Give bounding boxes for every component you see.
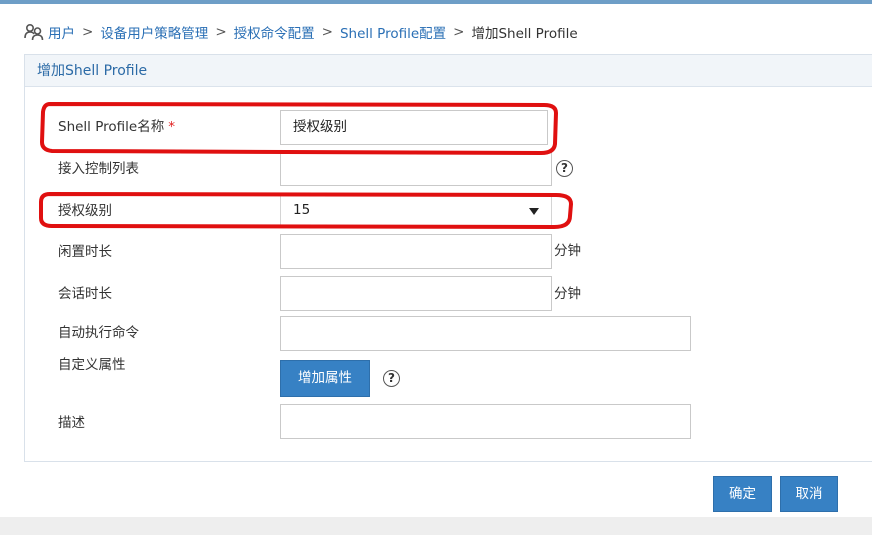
users-icon bbox=[24, 23, 44, 41]
access-control-list-label: 接入控制列表 bbox=[58, 161, 139, 177]
breadcrumb-item-shell-profile-config[interactable]: Shell Profile配置 bbox=[340, 22, 446, 42]
auth-level-value: 15 bbox=[293, 202, 311, 218]
breadcrumb-separator: > bbox=[321, 24, 333, 40]
top-rule bbox=[0, 0, 872, 4]
panel-title: 增加Shell Profile bbox=[25, 55, 872, 87]
auto-command-label: 自动执行命令 bbox=[58, 325, 139, 341]
required-mark: * bbox=[168, 119, 175, 135]
breadcrumb-item-users[interactable]: 用户 bbox=[48, 22, 75, 42]
session-time-input[interactable] bbox=[280, 276, 552, 311]
access-control-list-input[interactable] bbox=[280, 151, 552, 186]
caret-down-icon bbox=[529, 208, 539, 215]
description-input[interactable] bbox=[280, 404, 691, 439]
breadcrumb-separator: > bbox=[215, 24, 227, 40]
auto-command-input[interactable] bbox=[280, 316, 691, 351]
custom-attr-label: 自定义属性 bbox=[58, 357, 126, 373]
add-attribute-button[interactable]: 增加属性 bbox=[280, 360, 370, 397]
auth-level-select[interactable]: 15 bbox=[280, 193, 552, 228]
session-time-unit: 分钟 bbox=[554, 286, 581, 302]
confirm-button[interactable]: 确定 bbox=[713, 476, 772, 512]
breadcrumb-current: 增加Shell Profile bbox=[471, 26, 578, 42]
breadcrumb: 用户 > 设备用户策略管理 > 授权命令配置 > Shell Profile配置… bbox=[24, 22, 578, 42]
help-icon[interactable]: ? bbox=[556, 160, 573, 177]
session-time-label: 会话时长 bbox=[58, 286, 112, 302]
idle-time-input[interactable] bbox=[280, 234, 552, 269]
profile-name-input[interactable]: 授权级别 bbox=[280, 110, 548, 145]
breadcrumb-item-device-user-policy[interactable]: 设备用户策略管理 bbox=[100, 22, 208, 42]
description-label: 描述 bbox=[58, 415, 85, 431]
help-icon[interactable]: ? bbox=[383, 370, 400, 387]
breadcrumb-item-auth-command-config[interactable]: 授权命令配置 bbox=[234, 22, 315, 42]
auth-level-label: 授权级别 bbox=[58, 203, 112, 219]
profile-name-label-text: Shell Profile名称 bbox=[58, 119, 165, 135]
cancel-button[interactable]: 取消 bbox=[780, 476, 838, 512]
breadcrumb-separator: > bbox=[453, 24, 465, 40]
profile-name-label: Shell Profile名称 * bbox=[58, 117, 175, 137]
idle-time-label: 闲置时长 bbox=[58, 244, 112, 260]
breadcrumb-separator: > bbox=[82, 24, 94, 40]
bottom-bar bbox=[0, 517, 872, 535]
idle-time-unit: 分钟 bbox=[554, 243, 581, 259]
